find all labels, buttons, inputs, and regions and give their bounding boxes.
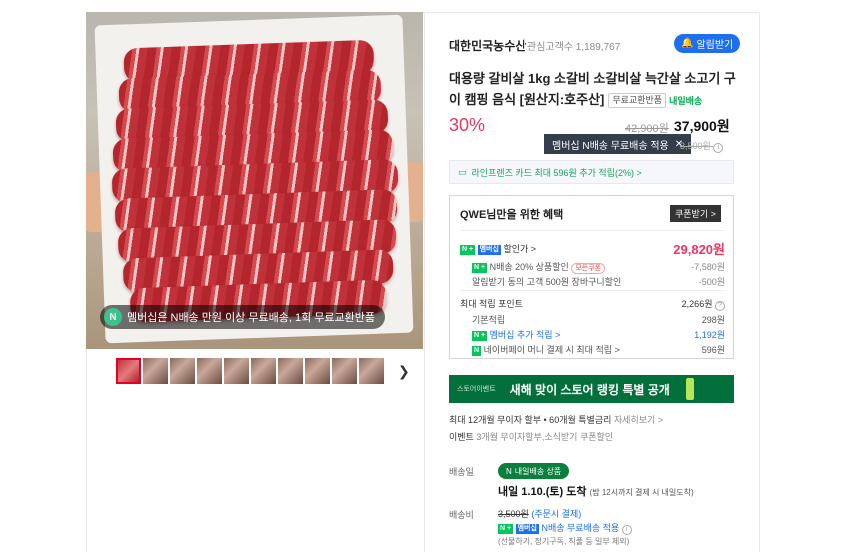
discount-rate: 30% <box>449 115 486 135</box>
help-icon[interactable]: ? <box>715 301 725 311</box>
thumbnail-strip <box>116 358 384 384</box>
points-row: 최대 적립 포인트 2,266원 ? <box>460 297 725 311</box>
info-icon[interactable]: i <box>621 525 632 535</box>
product-title: 대용량 갈비살 1kg 소갈비 소갈비살 늑간살 소고기 구이 캠핑 음식 [원… <box>449 68 739 112</box>
n-discount-value: -7,580원 <box>691 262 725 272</box>
coupon-button[interactable]: 쿠폰받기 > <box>670 205 721 222</box>
benefit-title: QWE님만을 위한 혜택 <box>460 209 564 221</box>
banner-tag: 스토어이벤트 <box>457 386 496 393</box>
member-points-row[interactable]: N + 멤버십 추가 적립 > 1,192원 <box>460 328 725 341</box>
membership-badge: 멤버십 <box>477 245 501 255</box>
basic-points-label: 기본적립 <box>472 315 506 325</box>
delivery-pill-text: 내일배송 상품 <box>514 466 562 476</box>
thumbnail[interactable] <box>116 358 141 384</box>
npay-points-value: 596원 <box>701 345 725 355</box>
shipping-fee-method: (주문시 결제) <box>531 509 582 519</box>
delivery-note: (밤 12시까지 결제 시 내일도착) <box>589 488 694 497</box>
shipping-fee-original: 3,500원 <box>498 509 529 519</box>
follower-count: 관심고객수 1,189,767 <box>527 42 621 53</box>
thumbnail[interactable] <box>224 358 249 384</box>
shipping-fee: 3,500원 (주문시 결제) <box>498 507 581 520</box>
delivery-date-text: 내일 1.10.(토) 도착 <box>498 486 587 498</box>
tomorrow-delivery-tag: 내일배송 <box>669 96 703 106</box>
thumbnail[interactable] <box>143 358 168 384</box>
card-icon: ▭ <box>458 166 467 177</box>
delivery-date: 내일 1.10.(토) 도착 (밤 12시까지 결제 시 내일도착) <box>498 483 694 499</box>
banner-text: 새해 맞이 스토어 랭킹 특별 공개 <box>509 382 670 397</box>
npay-points-label: 네이버페이 머니 결제 시 최대 적립 > <box>483 345 620 355</box>
plate <box>94 14 414 344</box>
info-icon[interactable]: i <box>713 143 724 153</box>
tooltip-text: 멤버십 N배송 무료배송 적용 <box>552 140 669 152</box>
trophy-icon <box>686 378 694 400</box>
benefit-box: QWE님만을 위한 혜택 쿠폰받기 > N + 멤버십 할인가 > 29,820… <box>449 195 734 359</box>
event-text: 3개월 무이자할부,소식받기 쿠폰할인 <box>476 432 614 442</box>
divider <box>460 230 725 231</box>
alert-button-label: 알림받기 <box>696 40 734 51</box>
thumbnail[interactable] <box>170 358 195 384</box>
thumbnail[interactable] <box>359 358 384 384</box>
membership-badge-text: 멤버십은 N배송 만원 이상 무료배송, 1회 무료교환반품 <box>127 312 375 324</box>
npay-points-row[interactable]: N 네이버페이 머니 결제 시 최대 적립 > 596원 <box>460 343 725 356</box>
points-value: 2,266원 ? <box>682 297 725 311</box>
alert-discount-value: -500원 <box>698 277 725 287</box>
shipping-original-fee: 3,500원 i <box>680 139 724 153</box>
membership-tooltip: 멤버십 N배송 무료배송 적용 ✕ <box>544 134 692 154</box>
free-exchange-tag: 무료교환반품 <box>608 93 667 108</box>
discount-price-row[interactable]: N + 멤버십 할인가 > 29,820원 <box>460 242 725 257</box>
basic-points-row: 기본적립 298원 <box>460 313 725 326</box>
column-divider <box>424 12 425 552</box>
tomorrow-delivery-pill: N 내일배송 상품 <box>498 463 570 479</box>
thumbnail[interactable] <box>278 358 303 384</box>
bell-icon: 🔔 <box>681 38 694 49</box>
separator <box>524 38 525 49</box>
membership-badge: 멤버십 <box>515 524 539 534</box>
alert-button[interactable]: 🔔 알림받기 <box>674 34 741 53</box>
points-label: 최대 적립 포인트 <box>460 299 523 309</box>
shipping-fee-label: 배송비 <box>449 510 474 520</box>
points-amount: 2,266원 <box>681 299 713 309</box>
membership-image-badge: N 멤버십은 N배송 만원 이상 무료배송, 1회 무료교환반품 <box>100 305 385 329</box>
n-discount-label: N배송 20% 상품할인 <box>489 262 569 272</box>
installment-text: 최대 12개월 무이자 할부 • 60개월 특별금리 <box>449 415 612 425</box>
thumbnail[interactable] <box>305 358 330 384</box>
seller-name[interactable]: 대한민국농수산 <box>449 37 526 54</box>
basic-points-value: 298원 <box>701 315 725 325</box>
membership-icon: N <box>104 308 122 326</box>
alert-discount-label: 알림받기 동의 고객 500원 장바구니할인 <box>472 277 622 287</box>
thumbnail[interactable] <box>197 358 222 384</box>
member-points-label: 멤버십 추가 적립 > <box>489 330 561 340</box>
shipping-note: (선물하기, 정기구독, 직풀 등 일부 제외) <box>498 537 630 546</box>
n-plus-badge: N + <box>472 331 488 341</box>
member-points-value: 1,192원 <box>694 330 725 340</box>
installment-line: 최대 12개월 무이자 할부 • 60개월 특별금리 자세히보기 > <box>449 413 663 426</box>
product-main-image[interactable] <box>86 12 423 349</box>
all-coupon-tag: 모든쿠폰 <box>571 263 606 274</box>
n-discount-row: N + N배송 20% 상품할인 모든쿠폰 -7,580원 <box>460 260 725 274</box>
shipping-free-row: N + 멤버십 N배송 무료배송 적용 i <box>498 521 632 535</box>
event-line: 이벤트 3개월 무이자할부,소식받기 쿠폰할인 <box>449 430 613 443</box>
discount-price-label: 할인가 > <box>503 244 537 254</box>
discount-price-value: 29,820원 <box>673 242 725 257</box>
shipping-free-text: N배송 무료배송 적용 <box>541 523 620 533</box>
n-icon: N <box>506 466 512 476</box>
npay-icon: N <box>472 346 482 356</box>
thumbnail[interactable] <box>251 358 276 384</box>
n-plus-badge: N + <box>472 263 488 273</box>
chevron-right-icon[interactable]: ❯ <box>398 363 410 380</box>
divider <box>460 290 725 291</box>
alert-discount-row: 알림받기 동의 고객 500원 장바구니할인 -500원 <box>460 275 725 288</box>
delivery-label: 배송일 <box>449 467 474 477</box>
card-promo-text: 라인프렌즈 카드 최대 596원 추가 적립(2%) > <box>471 167 642 178</box>
event-label: 이벤트 <box>449 432 474 442</box>
installment-detail-link[interactable]: 자세히보기 > <box>614 415 663 425</box>
n-plus-badge: N + <box>498 524 514 534</box>
n-plus-badge: N + <box>460 245 476 255</box>
store-event-banner[interactable]: 스토어이벤트 새해 맞이 스토어 랭킹 특별 공개 <box>449 375 734 403</box>
sale-price: 37,900원 <box>674 118 730 134</box>
thumbnail[interactable] <box>332 358 357 384</box>
shipping-original-value: 3,500원 <box>680 141 711 151</box>
card-promo[interactable]: ▭ 라인프렌즈 카드 최대 596원 추가 적립(2%) > <box>449 160 734 184</box>
